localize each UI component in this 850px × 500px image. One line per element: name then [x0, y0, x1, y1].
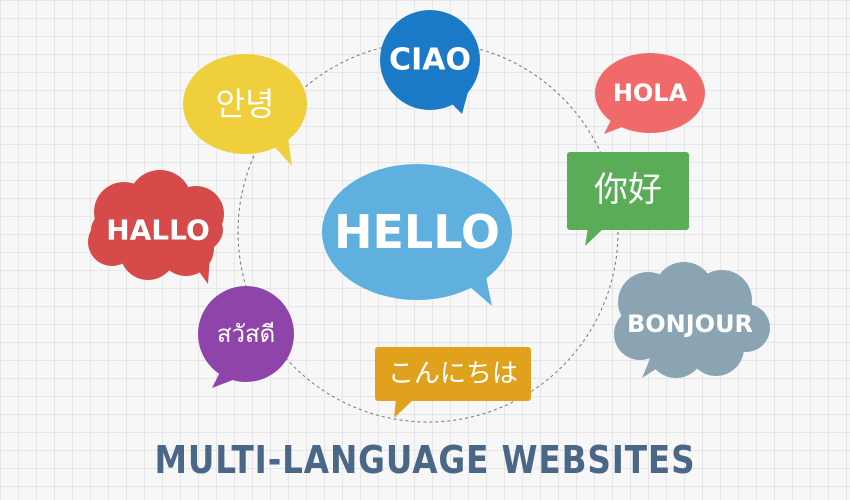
annyeong-bubble: 안녕 [183, 54, 307, 166]
konnichiwa-text: こんにちは [388, 359, 518, 389]
sawasdee-text: สวัสดี [217, 320, 275, 348]
nihao-text: 你好 [594, 170, 662, 210]
page-caption: MULTI-LANGUAGE WEBSITES [154, 438, 696, 482]
annyeong-text: 안녕 [216, 85, 275, 123]
hola-bubble: HOLA [595, 53, 705, 134]
ciao-bubble: CIAO [380, 10, 480, 114]
hola-text: HOLA [613, 79, 688, 107]
bonjour-text: BONJOUR [627, 310, 753, 338]
hello-bubble: HELLO [322, 164, 512, 306]
hallo-bubble: HALLO [88, 170, 224, 284]
hello-text: HELLO [334, 205, 500, 259]
ciao-text: CIAO [389, 43, 471, 78]
konnichiwa-bubble: こんにちは [375, 347, 531, 418]
sawasdee-bubble: สวัสดี [198, 286, 294, 388]
greetings-illustration: HELLO CIAO 안녕 HOLA 你好 HALLO BONJOUR สวัส… [88, 10, 770, 423]
hallo-text: HALLO [106, 214, 210, 247]
nihao-bubble: 你好 [567, 152, 689, 246]
bonjour-bubble: BONJOUR [614, 262, 770, 378]
